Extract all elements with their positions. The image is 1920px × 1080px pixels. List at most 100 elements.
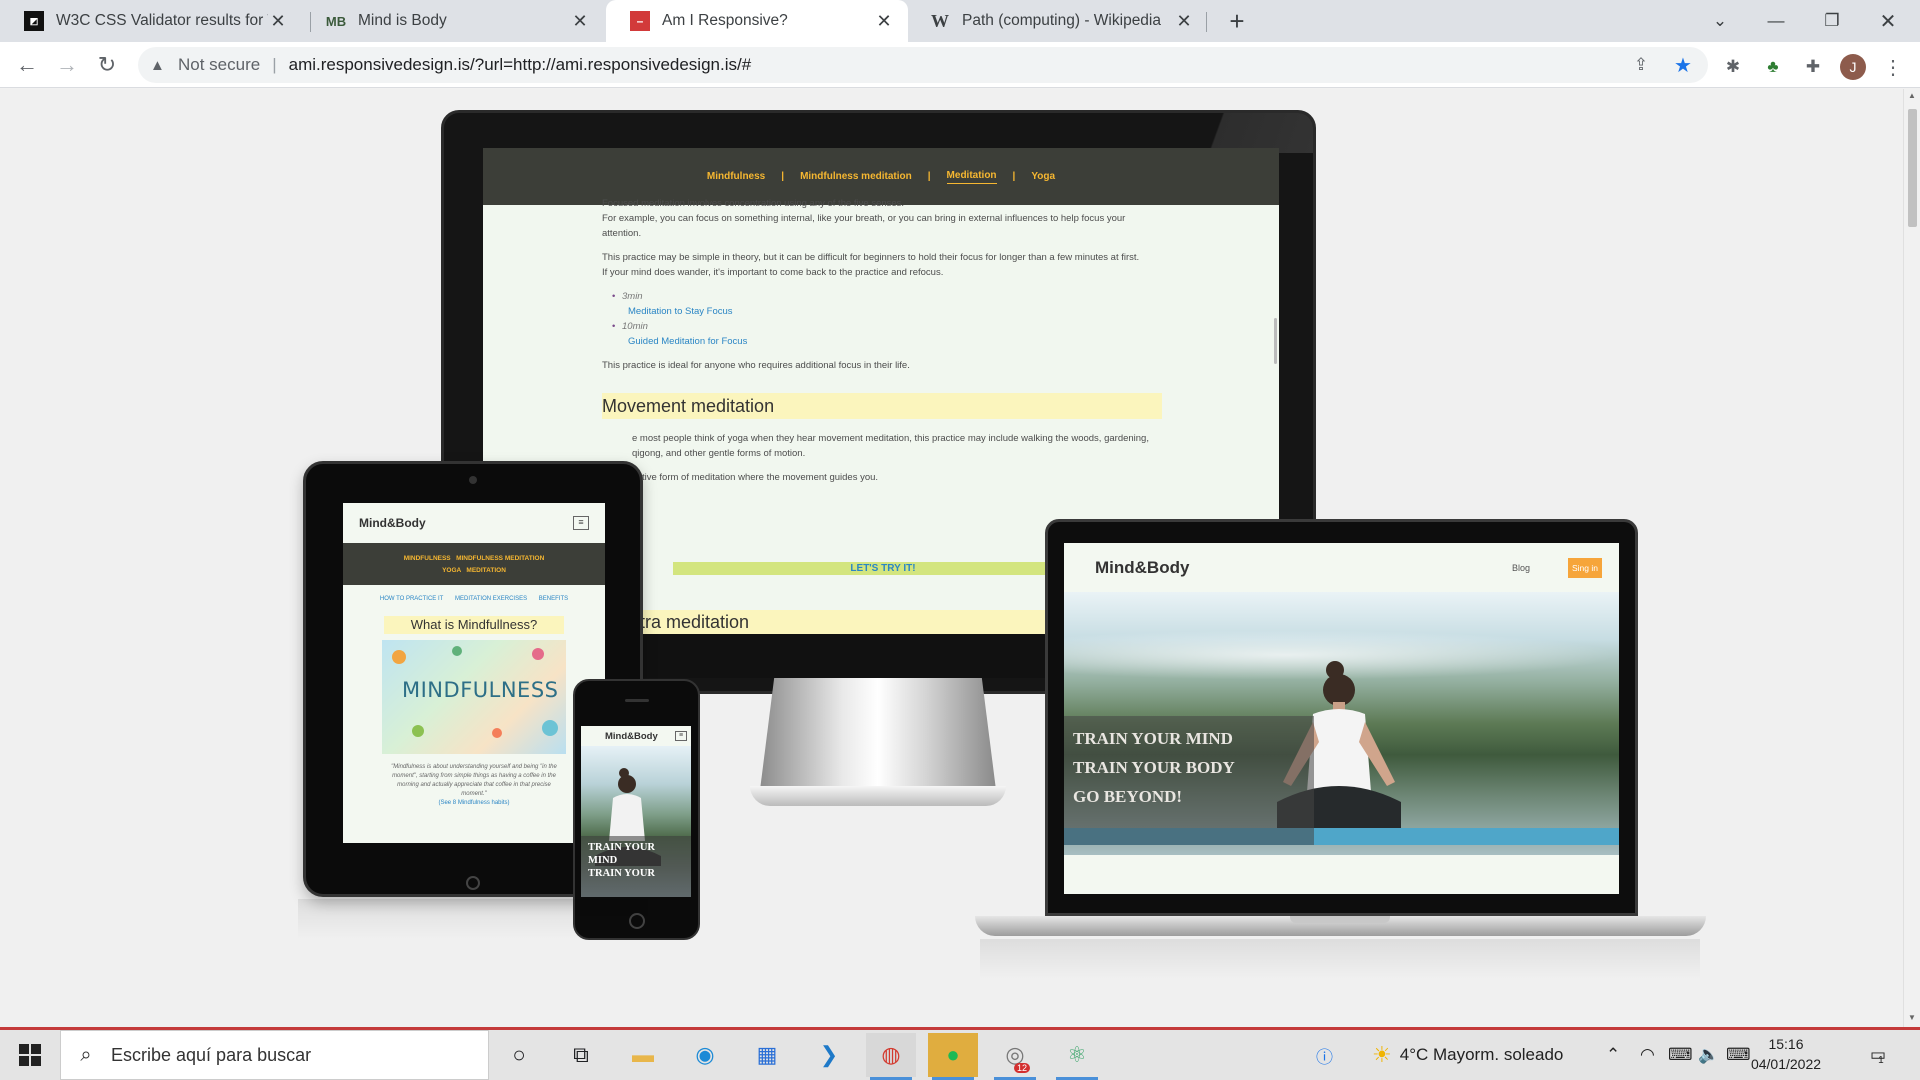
taskbar-clock[interactable]: 15:16 04/01/2022 (1746, 1034, 1826, 1074)
notification-badge: 12 (1013, 1063, 1030, 1073)
site-logo[interactable]: Mind&Body (1095, 558, 1512, 578)
app-icon-with-badge[interactable]: ◎ 12 (990, 1033, 1040, 1080)
vscode-icon[interactable]: ❯ (804, 1033, 854, 1077)
scrollbar-thumb[interactable] (1908, 109, 1917, 227)
microsoft-store-icon[interactable]: ▦ (742, 1033, 792, 1077)
help-icon[interactable]: ⓘ (1316, 1030, 1333, 1080)
forward-arrow-icon[interactable]: → (51, 49, 83, 81)
subnav-link[interactable]: BENEFITS (539, 596, 568, 602)
scroll-down-arrow-icon[interactable]: ▼ (1908, 1013, 1916, 1022)
html-validator-extension-icon[interactable]: ♣ (1760, 54, 1786, 80)
laptop-preview-screen[interactable]: Mind&Body Blog Sing in TRAIN YOUR MIND T… (1064, 543, 1619, 894)
task-view-icon[interactable]: ⧉ (556, 1033, 606, 1077)
scroll-up-arrow-icon[interactable]: ▲ (1908, 91, 1916, 100)
page-scrollbar[interactable]: ▲ ▼ (1903, 89, 1920, 1027)
site-logo[interactable]: Mind&Body (359, 516, 426, 530)
tablet-preview-screen[interactable]: Mind&Body ≡ MINDFULNESS MINDFULNESS MEDI… (343, 503, 605, 843)
clock-time: 15:16 (1768, 1036, 1804, 1052)
phone-site-header: Mind&Body ≡ (581, 726, 691, 746)
nav-row[interactable]: MINDFULNESS MINDFULNESS MEDITATION (343, 553, 605, 565)
tab-w3c-validator[interactable]: ◩ W3C CSS Validator results for Te ✕ (0, 0, 302, 42)
restore-button[interactable]: ❐ (1804, 0, 1860, 42)
cortana-icon[interactable]: ○ (494, 1033, 544, 1077)
bookmark-star-icon[interactable]: ★ (1672, 54, 1694, 77)
notification-center-icon[interactable]: ▭ 1 (1870, 1030, 1886, 1080)
profile-avatar[interactable]: J (1840, 54, 1866, 80)
address-bar[interactable]: ▲ Not secure | ami.responsivedesign.is/?… (138, 47, 1708, 83)
desktop-preview-scrollbar[interactable] (1274, 318, 1277, 364)
close-tab-icon[interactable]: ✕ (1174, 11, 1194, 32)
taskbar-search-box[interactable]: ⌕ Escribe aquí para buscar (60, 1030, 489, 1080)
sign-in-button[interactable]: Sing in (1568, 557, 1602, 578)
nav-link-mindfulness[interactable]: Mindfulness (707, 171, 765, 182)
nav-link-mindfulness-meditation[interactable]: Mindfulness meditation (800, 171, 912, 182)
divider: | (272, 55, 277, 74)
nav-row[interactable]: YOGA MEDITATION (343, 565, 605, 577)
tab-am-i-responsive[interactable]: – Am I Responsive? ✕ (606, 0, 908, 42)
extensions-puzzle-icon[interactable]: ✚ (1800, 54, 1826, 80)
desktop-monitor-stand (760, 678, 996, 790)
back-arrow-icon[interactable]: ← (11, 49, 43, 81)
section-heading: Movement meditation (602, 393, 1162, 419)
notification-count: 1 (1878, 1054, 1884, 1066)
chrome-icon[interactable]: ◍ (866, 1033, 916, 1080)
windows-taskbar: ⌕ Escribe aquí para buscar ○ ⧉ ▬ ◉ ▦ ❯ ◍… (0, 1027, 1920, 1080)
close-tab-icon[interactable]: ✕ (268, 11, 288, 32)
quote-text: "Mindfulness is about understanding your… (391, 764, 557, 797)
phone-preview-screen[interactable]: Mind&Body ≡ TRAIN YOUR MIND TRAIN YOUR (581, 726, 691, 897)
windows-start-button[interactable] (0, 1030, 59, 1080)
exercise-link[interactable]: Guided Meditation for Focus (612, 334, 1162, 349)
spotify-icon[interactable]: ● (928, 1033, 978, 1080)
weather-widget[interactable]: ☀ 4°C Mayorm. soleado (1372, 1030, 1563, 1080)
exercise-list: 3min Meditation to Stay Focus 10min Guid… (612, 289, 1162, 349)
security-label[interactable]: Not secure (178, 55, 260, 75)
file-explorer-icon[interactable]: ▬ (618, 1033, 668, 1077)
tab-wikipedia[interactable]: W Path (computing) - Wikipedia ✕ (906, 0, 1208, 42)
site-logo[interactable]: Mind&Body (605, 731, 658, 742)
hero-line: MIND (588, 855, 618, 866)
subnav-link[interactable]: HOW TO PRACTICE IT (380, 596, 443, 602)
menu-kebab-icon[interactable]: ⋮ (1880, 54, 1906, 80)
hero-line: GO BEYOND! (1073, 787, 1183, 806)
nav-link-yoga[interactable]: Yoga (1031, 171, 1055, 182)
paragraph: e most people think of yoga when they he… (632, 433, 1149, 459)
tab-title: W3C CSS Validator results for Te (56, 12, 268, 29)
nav-link-meditation[interactable]: Meditation (946, 170, 997, 184)
close-window-button[interactable]: ✕ (1860, 0, 1916, 42)
url-text[interactable]: ami.responsivedesign.is/?url=http://ami.… (289, 55, 752, 75)
lets-try-it-button[interactable]: LET'S TRY IT! (673, 562, 1093, 575)
tab-search-icon[interactable]: ⌄ (1692, 0, 1748, 42)
close-tab-icon[interactable]: ✕ (570, 11, 590, 32)
tab-title: Am I Responsive? (662, 12, 788, 29)
language-icon[interactable]: ⌨ (1668, 1030, 1693, 1080)
habits-link[interactable]: (See 8 Mindfulness habits) (384, 799, 564, 808)
laptop-site-header: Mind&Body Blog Sing in (1064, 543, 1619, 592)
new-tab-button[interactable]: + (1220, 4, 1254, 38)
paragraph: If your mind does wander, it's important… (602, 267, 944, 278)
reload-icon[interactable]: ↻ (91, 49, 123, 81)
tab-mind-is-body[interactable]: MB Mind is Body ✕ (302, 0, 604, 42)
mindfulness-illustration: MINDFULNESS (382, 640, 566, 754)
exercise-link[interactable]: Meditation to Stay Focus (612, 304, 1162, 319)
duration-label: 3min (622, 291, 643, 302)
blog-link[interactable]: Blog (1512, 563, 1530, 573)
warning-triangle-icon[interactable]: ▲ (150, 57, 168, 74)
subnav-link[interactable]: MEDITATION EXERCISES (455, 596, 527, 602)
edge-browser-icon[interactable]: ◉ (680, 1033, 730, 1077)
illustration-word: MINDFULNESS (402, 678, 559, 702)
minimize-button[interactable]: — (1748, 0, 1804, 42)
bug-extension-icon[interactable]: ✱ (1720, 54, 1746, 80)
tab-strip: ◩ W3C CSS Validator results for Te ✕ MB … (0, 0, 1920, 42)
wifi-icon[interactable]: ◠ (1640, 1030, 1655, 1080)
desktop-monitor-base (750, 786, 1006, 806)
show-hidden-icons[interactable]: ⌃ (1606, 1030, 1620, 1080)
close-tab-icon[interactable]: ✕ (874, 11, 894, 32)
share-icon[interactable]: ⇪ (1630, 54, 1652, 76)
nav-separator: | (781, 171, 785, 182)
tablet-reflection (298, 899, 648, 939)
volume-icon[interactable]: 🔈 (1698, 1030, 1719, 1080)
atom-app-icon[interactable]: ⚛ (1052, 1033, 1102, 1080)
paragraph: For example, you can focus on something … (602, 213, 1126, 239)
hamburger-menu-icon[interactable]: ≡ (675, 731, 687, 741)
hamburger-menu-icon[interactable]: ≡ (573, 516, 589, 530)
